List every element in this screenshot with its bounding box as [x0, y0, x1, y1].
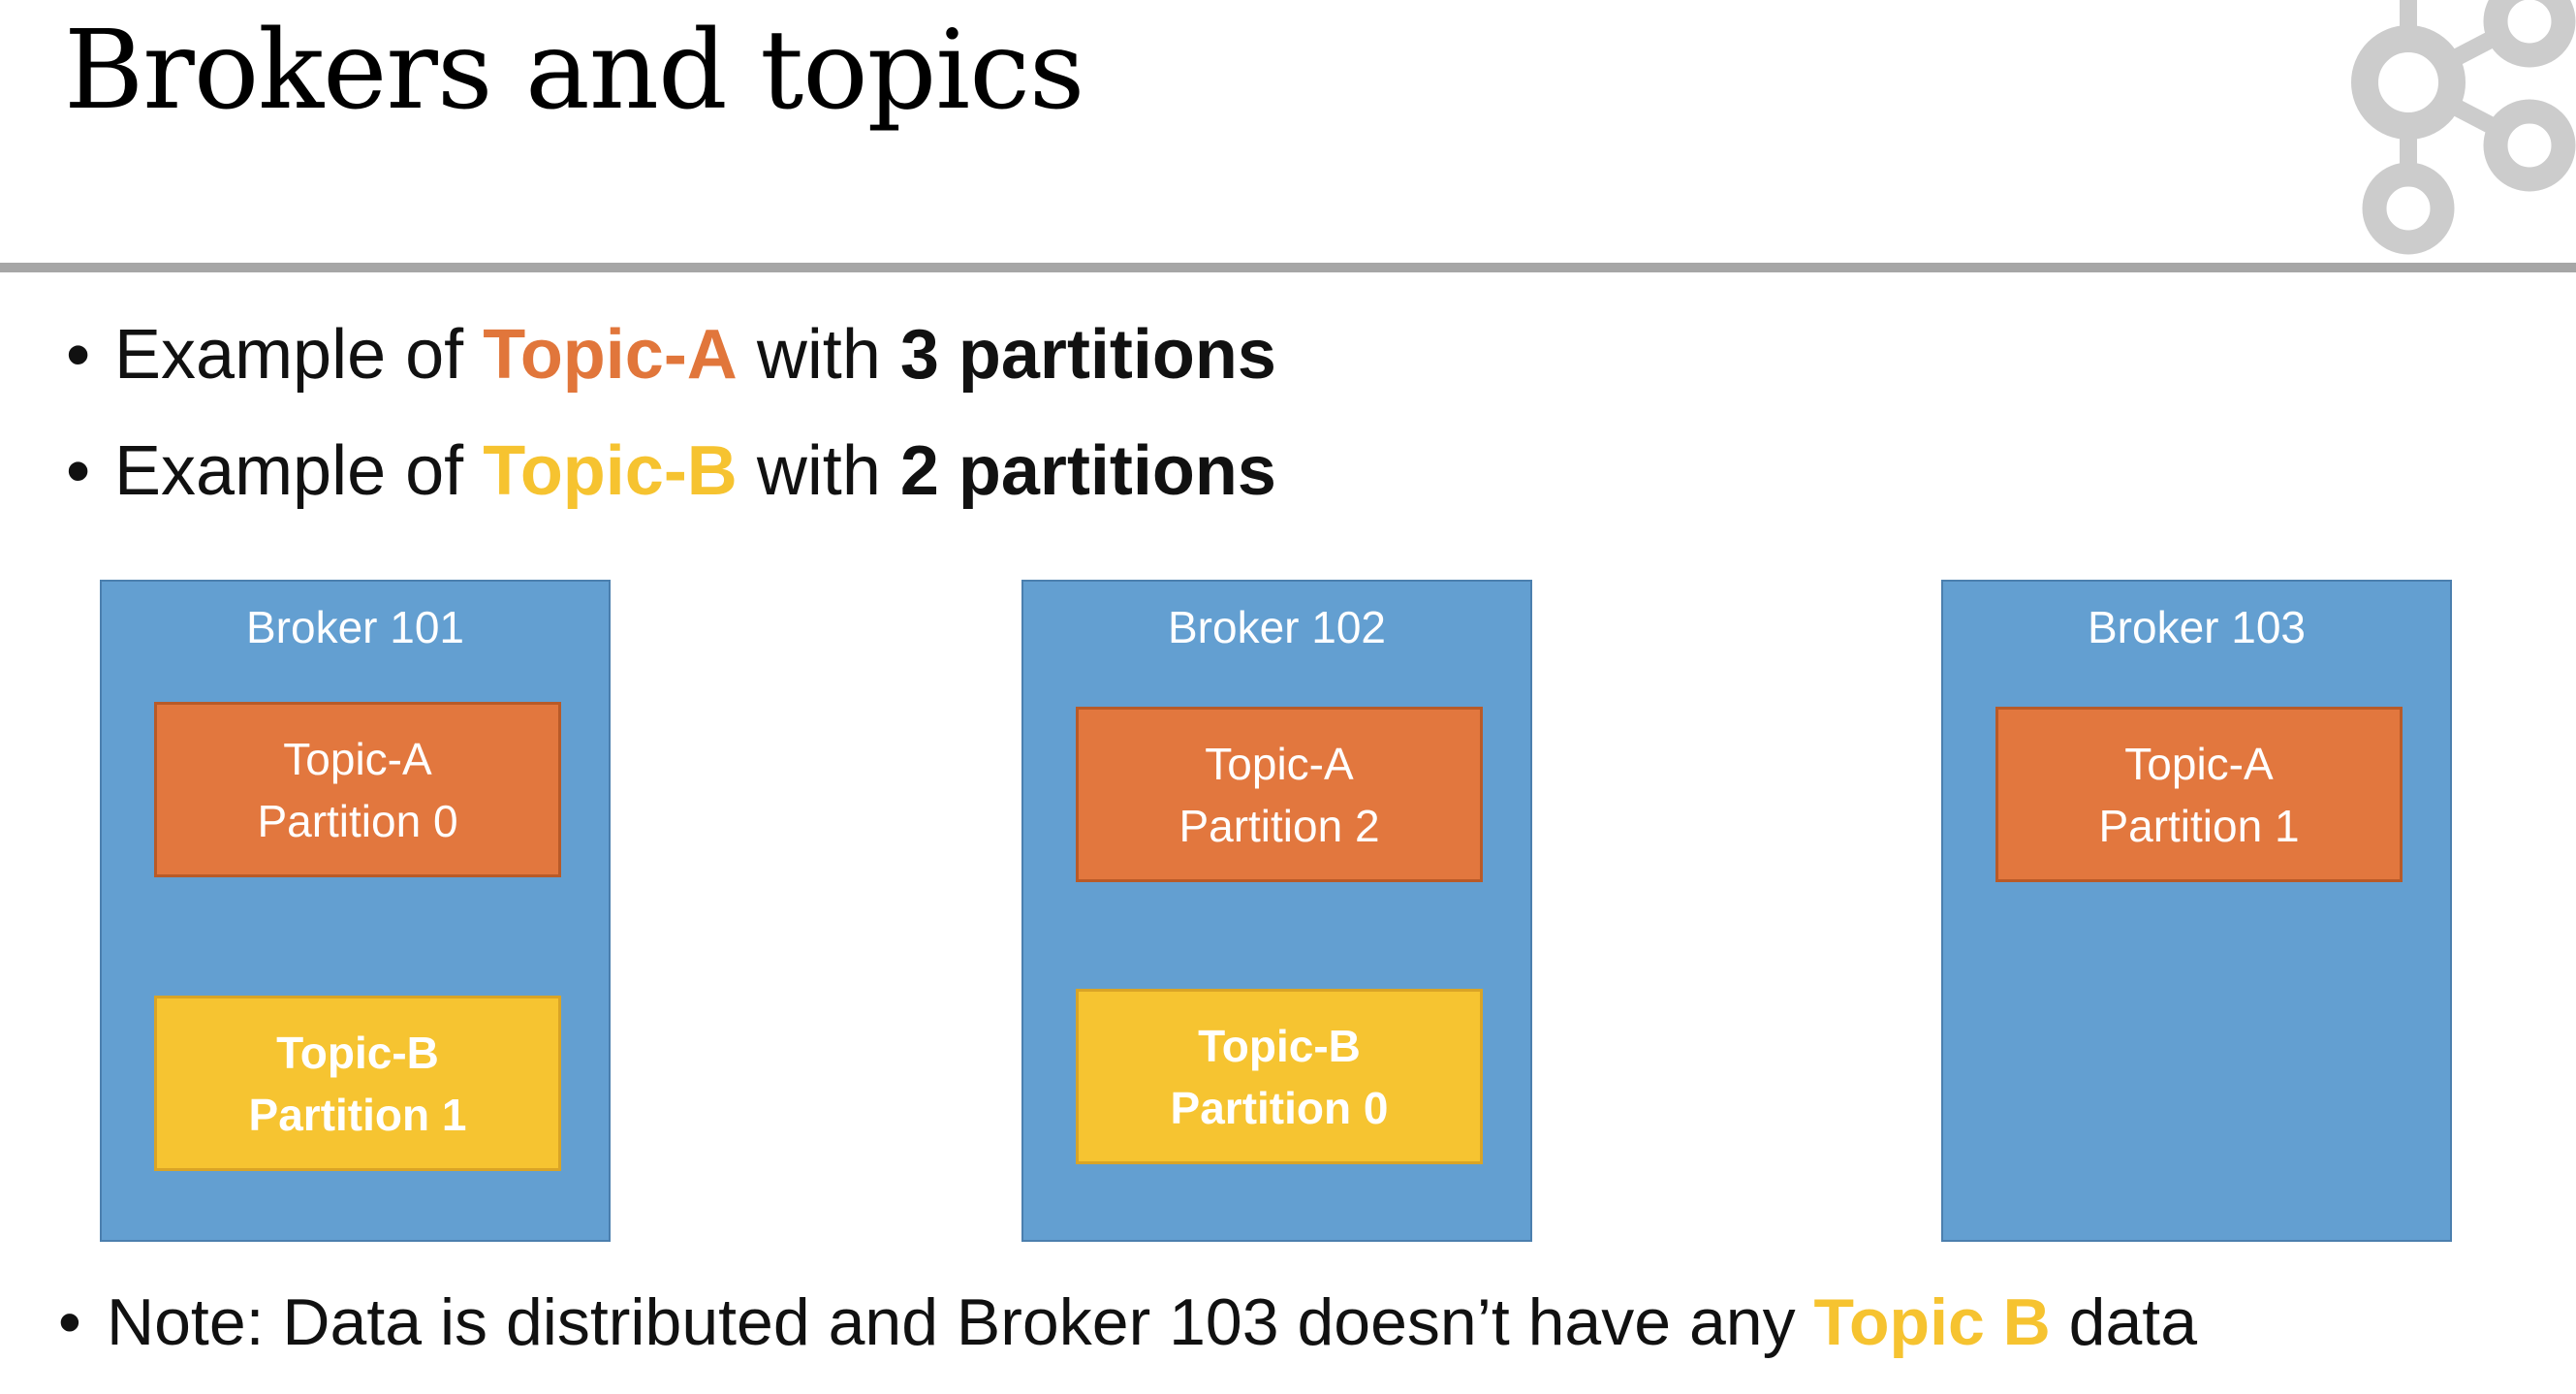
partition-topic: Topic-A	[2124, 738, 2274, 789]
kafka-logo-icon	[2351, 0, 2576, 255]
partition-topic: Topic-B	[276, 1027, 439, 1078]
partition-number: Partition 1	[2098, 800, 2300, 851]
bullet-text: with	[737, 316, 900, 394]
bullet-dot: •	[58, 1285, 81, 1359]
note-text: Note: Data is distributed and Broker 103…	[107, 1285, 1814, 1359]
partition-topic: Topic-A	[283, 733, 432, 784]
partition-box-topic-b: Topic-B Partition 0	[1076, 989, 1483, 1164]
bullet-text: with	[737, 432, 900, 510]
partition-number: Partition 1	[248, 1089, 467, 1140]
bullet-text: Example of	[114, 316, 484, 394]
broker-label: Broker 103	[2087, 602, 2306, 652]
bullet-text: Example of	[114, 432, 484, 510]
partition-box-topic-b: Topic-B Partition 1	[154, 996, 561, 1171]
partition-box-topic-a: Topic-A Partition 1	[1995, 707, 2403, 882]
bullet-dot: •	[66, 316, 91, 394]
topic-b-label: Topic B	[1813, 1285, 2051, 1359]
partition-number: Partition 0	[257, 795, 458, 846]
broker-103: Broker 103 Topic-A Partition 1	[1941, 580, 2452, 1242]
bullet-topic-a: • Example of Topic-A with 3 partitions	[66, 315, 1276, 395]
partition-count: 2 partitions	[899, 432, 1276, 510]
broker-101: Broker 101 Topic-A Partition 0 Topic-B P…	[100, 580, 611, 1242]
partition-count: 3 partitions	[899, 316, 1276, 394]
broker-label: Broker 102	[1167, 602, 1386, 652]
topic-a-label: Topic-A	[483, 316, 738, 394]
partition-number: Partition 0	[1170, 1082, 1389, 1133]
partition-topic: Topic-B	[1198, 1020, 1361, 1071]
note-bullet: • Note: Data is distributed and Broker 10…	[58, 1284, 2197, 1360]
slide-title: Brokers and topics	[64, 8, 1084, 134]
partition-box-topic-a: Topic-A Partition 2	[1076, 707, 1483, 882]
bullet-topic-b: • Example of Topic-B with 2 partitions	[66, 431, 1276, 511]
bullet-dot: •	[66, 432, 91, 510]
topic-b-label: Topic-B	[483, 432, 738, 510]
title-divider	[0, 263, 2576, 272]
partition-box-topic-a: Topic-A Partition 0	[154, 702, 561, 877]
broker-102: Broker 102 Topic-A Partition 2 Topic-B P…	[1021, 580, 1532, 1242]
partition-topic: Topic-A	[1205, 738, 1354, 789]
partition-number: Partition 2	[1178, 800, 1380, 851]
note-text: data	[2050, 1285, 2198, 1359]
broker-label: Broker 101	[245, 602, 464, 652]
